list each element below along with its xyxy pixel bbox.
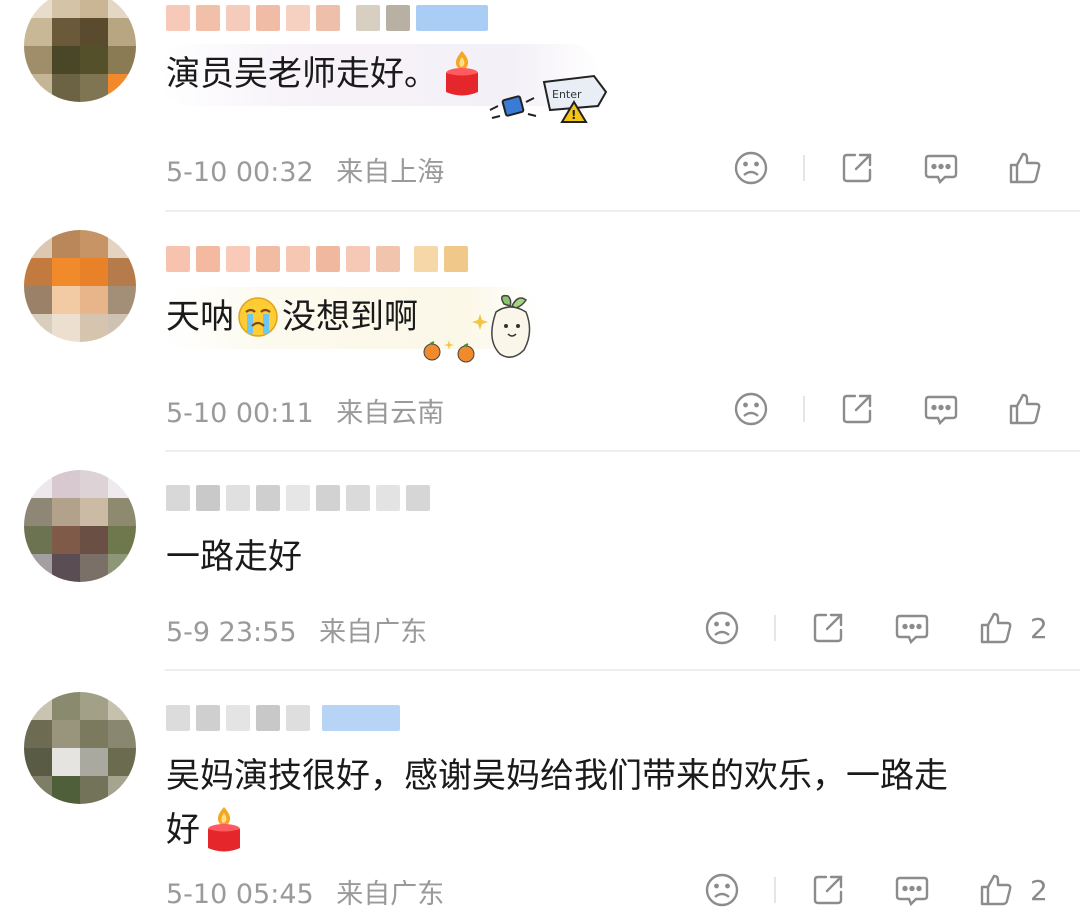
avatar[interactable] (24, 0, 136, 102)
comment-time: 5-10 05:45 (166, 879, 314, 910)
comment-body: 演员吴老师走好。 (166, 44, 482, 104)
comment-bubble-icon (924, 154, 958, 185)
comment-time: 5-9 23:55 (166, 617, 297, 648)
comment-body: 天呐 没想到啊 (166, 287, 418, 347)
share-icon (842, 394, 872, 424)
comment-text: 一路走好 (166, 537, 302, 577)
like-button[interactable] (1005, 389, 1045, 429)
crying-face-emoji (238, 297, 278, 337)
comment-body-line2: 好 (166, 800, 244, 860)
candle-emoji (208, 807, 240, 852)
comment-button[interactable] (892, 608, 932, 648)
comment-meta: 5-10 00:11 来自云南 (166, 391, 444, 430)
comment-text: 没想到啊 (282, 297, 418, 337)
comment-time: 5-10 00:11 (166, 398, 314, 429)
frown-face-icon (705, 611, 739, 645)
username-blurred[interactable] (166, 243, 468, 275)
like-button[interactable] (1005, 148, 1045, 188)
comment-location: 来自上海 (336, 157, 445, 188)
username-blurred[interactable] (166, 2, 488, 34)
like-button[interactable] (976, 870, 1016, 910)
divider (165, 669, 1080, 671)
thumbs-up-icon (980, 612, 1012, 644)
share-button[interactable] (808, 870, 848, 910)
dislike-button[interactable] (702, 608, 742, 648)
comment-body: 一路走好 (166, 527, 302, 587)
share-icon (842, 153, 872, 183)
comment-location: 来自广东 (319, 617, 428, 648)
dislike-button[interactable] (702, 870, 742, 910)
avatar[interactable] (24, 470, 136, 582)
svg-text:!: ! (571, 108, 576, 122)
divider (165, 450, 1080, 452)
comment-text: 好 (166, 810, 200, 850)
frown-face-icon (734, 392, 768, 426)
thumbs-up-icon (1009, 393, 1041, 425)
comment-bubble-icon (895, 876, 929, 907)
comment-time: 5-10 00:32 (166, 157, 314, 188)
comment-location: 来自云南 (336, 398, 445, 429)
share-icon (813, 875, 843, 905)
comment-bubble-icon (895, 614, 929, 645)
comment-meta: 5-10 00:32 来自上海 (166, 150, 444, 189)
radish-sticker (423, 294, 531, 363)
comment-button[interactable] (921, 389, 961, 429)
like-button[interactable] (976, 608, 1016, 648)
comment-actions (731, 389, 1045, 429)
share-button[interactable] (837, 389, 877, 429)
avatar[interactable] (24, 230, 136, 342)
frown-face-icon (734, 151, 768, 185)
comment-button[interactable] (892, 870, 932, 910)
dislike-button[interactable] (731, 389, 771, 429)
username-blurred[interactable] (166, 482, 430, 514)
dislike-button[interactable] (731, 148, 771, 188)
comment-actions (731, 148, 1045, 188)
comment-actions: 2 (702, 870, 1048, 910)
share-button[interactable] (808, 608, 848, 648)
thumbs-up-icon (1009, 152, 1041, 184)
like-count: 2 (1030, 611, 1048, 645)
avatar[interactable] (24, 692, 136, 804)
enter-key-sticker: Enter ! (489, 74, 608, 123)
thumbs-up-icon (980, 874, 1012, 906)
like-count: 2 (1030, 873, 1048, 907)
comment-actions: 2 (702, 608, 1048, 648)
comment-text: 演员吴老师走好。 (166, 54, 438, 94)
comment-meta: 5-10 05:45 来自广东 (166, 872, 444, 911)
comment-bubble-icon (924, 395, 958, 426)
divider (165, 210, 1080, 212)
share-icon (813, 613, 843, 643)
comment-meta: 5-9 23:55 来自广东 (166, 610, 427, 649)
comment-body: 吴妈演技很好，感谢吴妈给我们带来的欢乐，一路走 (166, 746, 948, 806)
svg-text:Enter: Enter (552, 88, 582, 101)
candle-emoji (446, 51, 478, 96)
comment-location: 来自广东 (336, 879, 445, 910)
frown-face-icon (705, 873, 739, 907)
username-blurred[interactable] (166, 702, 400, 734)
comment-text: 天呐 (166, 297, 234, 337)
comment-button[interactable] (921, 148, 961, 188)
comment-text: 吴妈演技很好，感谢吴妈给我们带来的欢乐，一路走 (166, 756, 948, 796)
share-button[interactable] (837, 148, 877, 188)
